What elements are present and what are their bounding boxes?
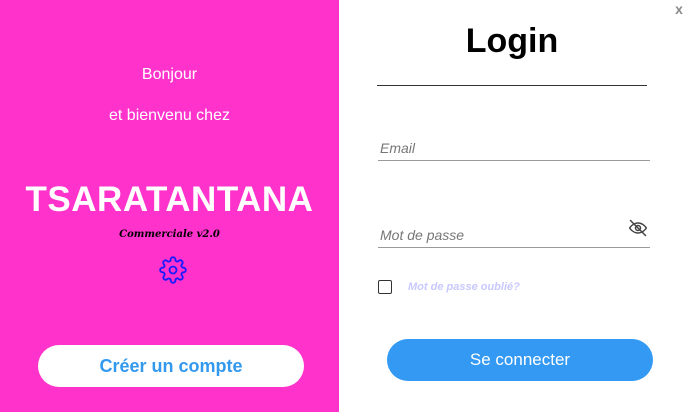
welcome-text: et bienvenu chez bbox=[109, 107, 230, 124]
login-title: Login bbox=[465, 22, 559, 60]
brand-name: TSARATANTANA bbox=[25, 180, 314, 219]
login-button[interactable]: Se connecter bbox=[387, 339, 653, 381]
eye-slash-icon[interactable] bbox=[627, 218, 649, 238]
create-account-button[interactable]: Créer un compte bbox=[38, 345, 304, 387]
version-label: Commerciale v2.0 bbox=[119, 229, 220, 240]
greeting-text: Bonjour bbox=[141, 66, 198, 83]
email-field[interactable] bbox=[378, 135, 650, 161]
password-field[interactable] bbox=[378, 222, 650, 248]
close-button[interactable]: x bbox=[672, 1, 686, 19]
gear-icon[interactable] bbox=[159, 256, 187, 284]
title-divider bbox=[377, 85, 647, 86]
remember-checkbox[interactable] bbox=[378, 280, 392, 294]
welcome-panel: Bonjour et bienvenu chez TSARATANTANA Co… bbox=[0, 0, 339, 412]
forgot-password-link[interactable]: Mot de passe oublié? bbox=[408, 281, 520, 293]
